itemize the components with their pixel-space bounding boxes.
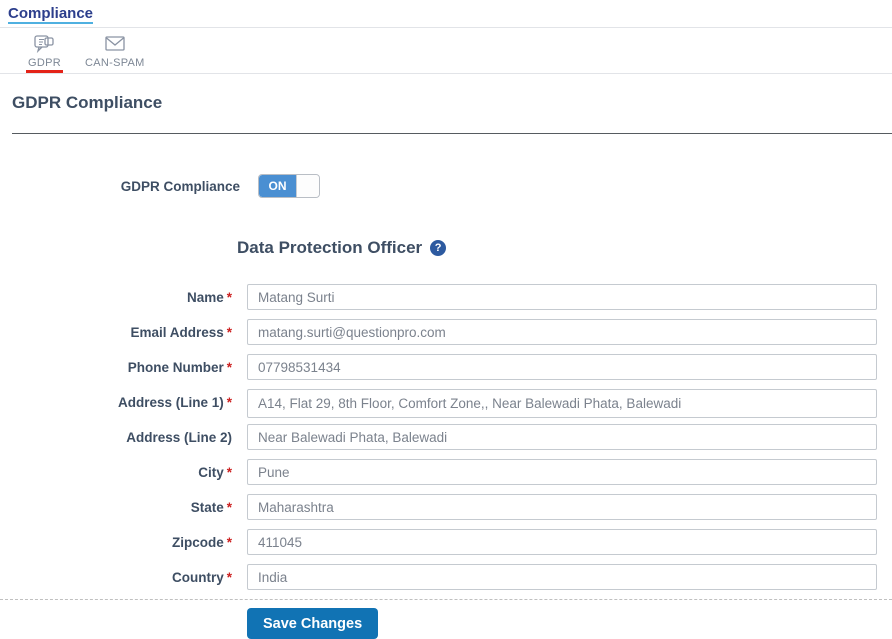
form-row: Address (Line 2)* [0,424,892,450]
required-asterisk: * [226,569,232,585]
state-input[interactable] [247,494,877,520]
field-label: Address (Line 1) [117,394,224,410]
field-label: Name [186,289,224,305]
gdpr-compliance-toggle[interactable]: ON [258,174,320,198]
envelope-icon [103,33,127,54]
form-row: City * [0,459,892,485]
tab-can-spam[interactable]: CAN-SPAM [83,28,147,73]
form-row: Zipcode * [0,529,892,555]
compliance-breadcrumb-link[interactable]: Compliance [8,5,94,24]
field-label: Email Address [130,324,224,340]
title-divider [12,133,892,134]
field-label: City [198,464,224,480]
field-label: Country [171,569,224,585]
form-row: Name * [0,284,892,310]
form-row: Email Address * [0,319,892,345]
name-input[interactable] [247,284,877,310]
zipcode-input[interactable] [247,529,877,555]
dpo-section-heading: Data Protection Officer ? [237,238,892,258]
toggle-knob [296,175,319,197]
tab-gdpr-label: GDPR [28,57,61,69]
gdpr-toggle-label: GDPR Compliance [120,178,240,194]
required-asterisk: * [226,464,232,480]
form-rows: Name* Email Address* Phone Number* Addre… [0,284,892,590]
form-row: Address (Line 1) * [0,389,892,418]
address-line-1-input[interactable] [247,389,877,418]
required-asterisk: * [226,359,232,375]
tab-can-spam-label: CAN-SPAM [84,57,145,69]
toggle-on-state: ON [259,175,296,197]
required-asterisk: * [226,394,232,410]
required-asterisk: * [226,289,232,305]
help-icon[interactable]: ? [430,240,447,256]
field-label: Zipcode [171,534,224,550]
required-asterisk: * [226,324,232,340]
dpo-form: Name* Email Address* Phone Number* Addre… [0,284,892,639]
field-label: Address (Line 2) [126,429,232,445]
compliance-tabbar: GDPR CAN-SPAM [0,27,892,74]
dpo-section-title: Data Protection Officer [237,238,423,257]
phone-number-input[interactable] [247,354,877,380]
page-title: GDPR Compliance [12,93,163,112]
required-asterisk: * [226,499,232,515]
dashed-divider [0,599,892,600]
field-label: Phone Number [127,359,224,375]
breadcrumb: Compliance [0,0,892,27]
form-row: Country * [0,564,892,590]
form-row: Phone Number * [0,354,892,380]
tab-gdpr[interactable]: GDPR [26,28,63,73]
required-asterisk: * [226,534,232,550]
gdpr-map-icon [33,33,55,54]
save-changes-button[interactable]: Save Changes [247,608,379,639]
address-line-2-input[interactable] [247,424,877,450]
field-label: State [190,499,224,515]
email-address-input[interactable] [247,319,877,345]
form-row: State * [0,494,892,520]
gdpr-toggle-row: GDPR Compliance ON [0,174,892,198]
city-input[interactable] [247,459,877,485]
country-input[interactable] [247,564,877,590]
